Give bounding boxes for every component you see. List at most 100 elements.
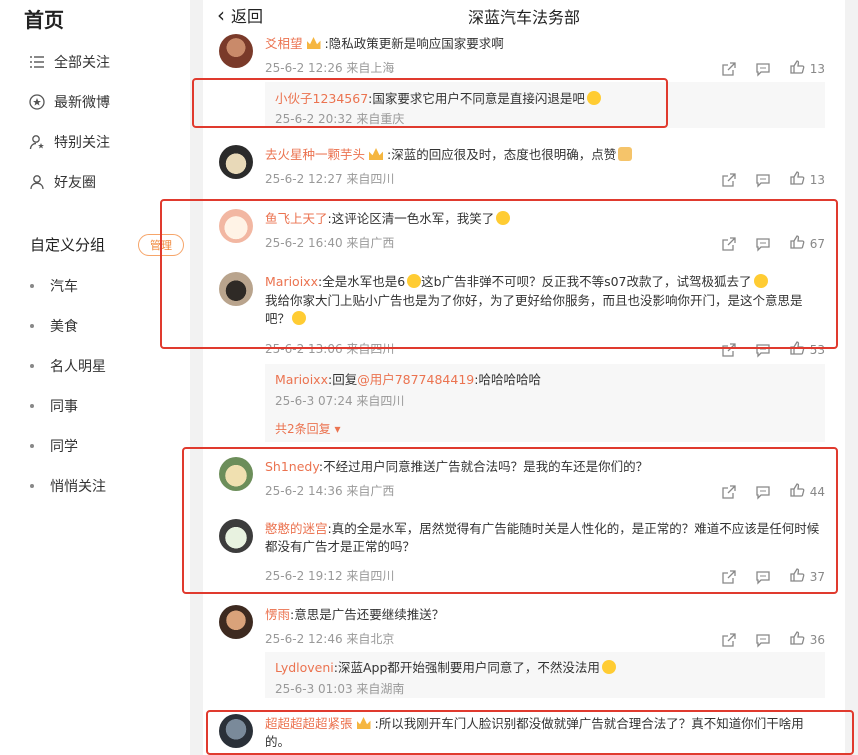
username[interactable]: 去火星种一颗芋头 bbox=[265, 147, 365, 162]
share-icon[interactable] bbox=[721, 342, 737, 358]
thumbs-up-icon bbox=[789, 567, 805, 586]
sidebar-item-friends[interactable]: 好友圈 bbox=[28, 169, 96, 195]
share-icon[interactable] bbox=[721, 61, 737, 77]
username[interactable]: Lydloveni bbox=[275, 660, 334, 675]
avatar[interactable] bbox=[219, 457, 253, 491]
group-label: 名人明星 bbox=[50, 359, 106, 375]
share-icon[interactable] bbox=[721, 569, 737, 585]
comment-icon[interactable] bbox=[755, 484, 771, 500]
manage-button[interactable]: 管理 bbox=[138, 234, 184, 256]
comment-text: 去火星种一颗芋头:深蓝的回应很及时，态度也很明确，点赞 bbox=[265, 146, 633, 164]
custom-group-header: 自定义分组 bbox=[30, 236, 106, 254]
group-item[interactable]: 美食 bbox=[30, 316, 78, 336]
avatar[interactable] bbox=[219, 605, 253, 639]
comment-text: 鱼飞上天了:这评论区清一色水军，我笑了 bbox=[265, 210, 511, 228]
avatar[interactable] bbox=[219, 209, 253, 243]
comment-actions: 67 bbox=[703, 234, 825, 253]
like-button[interactable]: 44 bbox=[789, 482, 825, 501]
mention-link[interactable]: @用户7877484419 bbox=[357, 372, 474, 387]
group-item[interactable]: 悄悄关注 bbox=[30, 476, 106, 496]
comment-item: 去火星种一颗芋头:深蓝的回应很及时，态度也很明确，点赞 25-6-2 12:27… bbox=[203, 143, 845, 195]
thumbs-up-icon bbox=[789, 340, 805, 359]
username[interactable]: 小伙子1234567 bbox=[275, 91, 368, 106]
more-replies-link[interactable]: 共2条回复 ▾ bbox=[275, 420, 341, 437]
like-count: 44 bbox=[809, 484, 825, 499]
list-icon bbox=[28, 53, 46, 71]
comment-body: 我给你家大门上贴小广告也是为了你好，为了更好给你服务，而且也没影响你开门，是这个… bbox=[265, 293, 803, 326]
panel-header: 深蓝汽车法务部 ‹ 返回 bbox=[203, 0, 845, 30]
username[interactable]: 愣雨 bbox=[265, 607, 290, 622]
comment-text: 爻相望:隐私政策更新是响应国家要求啊 bbox=[265, 35, 504, 53]
like-count: 37 bbox=[809, 569, 825, 584]
comment-icon[interactable] bbox=[755, 569, 771, 585]
thumbs-up-icon bbox=[789, 482, 805, 501]
username[interactable]: Sh1nedy bbox=[265, 459, 319, 474]
group-label: 同学 bbox=[50, 439, 78, 455]
avatar[interactable] bbox=[219, 34, 253, 68]
sidebar-item-special-follow[interactable]: 特别关注 bbox=[28, 129, 110, 155]
back-button[interactable]: ‹ 返回 bbox=[217, 3, 263, 27]
like-button[interactable]: 36 bbox=[789, 630, 825, 649]
group-item[interactable]: 汽车 bbox=[30, 276, 78, 296]
group-item[interactable]: 同事 bbox=[30, 396, 78, 416]
share-icon[interactable] bbox=[721, 484, 737, 500]
sidebar-item-label: 最新微博 bbox=[54, 95, 110, 111]
avatar[interactable] bbox=[219, 272, 253, 306]
page-title: 深蓝汽车法务部 bbox=[467, 8, 580, 27]
comment-item: 鱼飞上天了:这评论区清一色水军，我笑了 25-6-2 16:40 来自广西 67 bbox=[203, 207, 845, 257]
comment-icon[interactable] bbox=[755, 236, 771, 252]
chevron-left-icon: ‹ bbox=[217, 3, 225, 27]
like-button[interactable]: 53 bbox=[789, 340, 825, 359]
sidebar: 首页 全部关注 最新微博 特别关注 好友圈 自定义分组 管理 汽车 美食 名人明… bbox=[0, 0, 190, 755]
like-button[interactable]: 13 bbox=[789, 59, 825, 78]
comment-icon[interactable] bbox=[755, 172, 771, 188]
username[interactable]: Marioixx bbox=[275, 372, 328, 387]
comment-item: 憨憨的迷宫:真的全是水军，居然觉得有广告能随时关是人性化的，是正常的？难道不应该… bbox=[203, 517, 845, 587]
comment-body: :真的全是水军，居然觉得有广告能随时关是人性化的，是正常的？难道不应该是任何时候… bbox=[265, 521, 820, 554]
like-count: 53 bbox=[809, 342, 825, 357]
surprised-emoji-icon bbox=[753, 274, 768, 288]
username[interactable]: 鱼飞上天了 bbox=[265, 211, 328, 226]
group-item[interactable]: 同学 bbox=[30, 436, 78, 456]
comment-icon[interactable] bbox=[755, 632, 771, 648]
share-icon[interactable] bbox=[721, 236, 737, 252]
comment-actions: 36 bbox=[703, 630, 825, 649]
sidebar-item-all-follow[interactable]: 全部关注 bbox=[28, 49, 110, 75]
comment-item: 超超超超超紧張:所以我刚开车门人脸识别都没做就弹广告就合理合法了？真不知道你们干… bbox=[203, 712, 845, 755]
group-item[interactable]: 名人明星 bbox=[30, 356, 106, 376]
avatar[interactable] bbox=[219, 519, 253, 553]
avatar[interactable] bbox=[219, 145, 253, 179]
comment-meta: 25-6-2 14:36 来自广西 bbox=[265, 484, 395, 498]
comment-text-cont: 我给你家大门上贴小广告也是为了你好，为了更好给你服务，而且也没影响你开门，是这个… bbox=[265, 292, 825, 328]
bullet-icon bbox=[30, 364, 34, 368]
group-label: 美食 bbox=[50, 319, 78, 335]
home-title[interactable]: 首页 bbox=[24, 4, 64, 33]
reply-body: :回复 bbox=[327, 372, 358, 387]
comment-icon[interactable] bbox=[755, 61, 771, 77]
username[interactable]: 超超超超超紧張 bbox=[265, 716, 353, 731]
share-icon[interactable] bbox=[721, 632, 737, 648]
reply-block: Marioixx:回复@用户7877484419:哈哈哈哈哈 25-6-3 07… bbox=[265, 364, 825, 442]
reply-meta: 25-6-3 07:24 来自四川 bbox=[275, 394, 405, 408]
comment-icon[interactable] bbox=[755, 342, 771, 358]
comment-actions: 13 bbox=[703, 59, 825, 78]
reply-body: :国家要求它用户不同意是直接闪退是吧 bbox=[368, 91, 585, 106]
like-button[interactable]: 67 bbox=[789, 234, 825, 253]
reply-meta: 25-6-2 20:32 来自重庆 bbox=[275, 112, 405, 126]
sidebar-item-latest-weibo[interactable]: 最新微博 bbox=[28, 89, 110, 115]
reply-block: Lydloveni:深蓝App都开始强制要用户同意了，不然没法用 25-6-3 … bbox=[265, 652, 825, 698]
like-button[interactable]: 13 bbox=[789, 170, 825, 189]
username[interactable]: Marioixx bbox=[265, 274, 318, 289]
comment-panel: 深蓝汽车法务部 ‹ 返回 爻相望:隐私政策更新是响应国家要求啊 25-6-2 1… bbox=[203, 0, 845, 755]
avatar[interactable] bbox=[219, 714, 253, 748]
comment-item: Marioixx:全是水军也是6 这b广告非弹不可呗？反正我不等s07改款了，试驾… bbox=[203, 270, 845, 362]
username[interactable]: 憨憨的迷宫 bbox=[265, 521, 328, 536]
like-count: 36 bbox=[809, 632, 825, 647]
caret-down-icon: ▾ bbox=[334, 422, 341, 436]
comment-body: :意思是广告还要继续推送？ bbox=[290, 607, 445, 622]
star-circle-icon bbox=[28, 93, 46, 111]
like-button[interactable]: 37 bbox=[789, 567, 825, 586]
reply-text: 小伙子1234567:国家要求它用户不同意是直接闪退是吧 bbox=[275, 88, 601, 107]
share-icon[interactable] bbox=[721, 172, 737, 188]
username[interactable]: 爻相望 bbox=[265, 36, 303, 51]
